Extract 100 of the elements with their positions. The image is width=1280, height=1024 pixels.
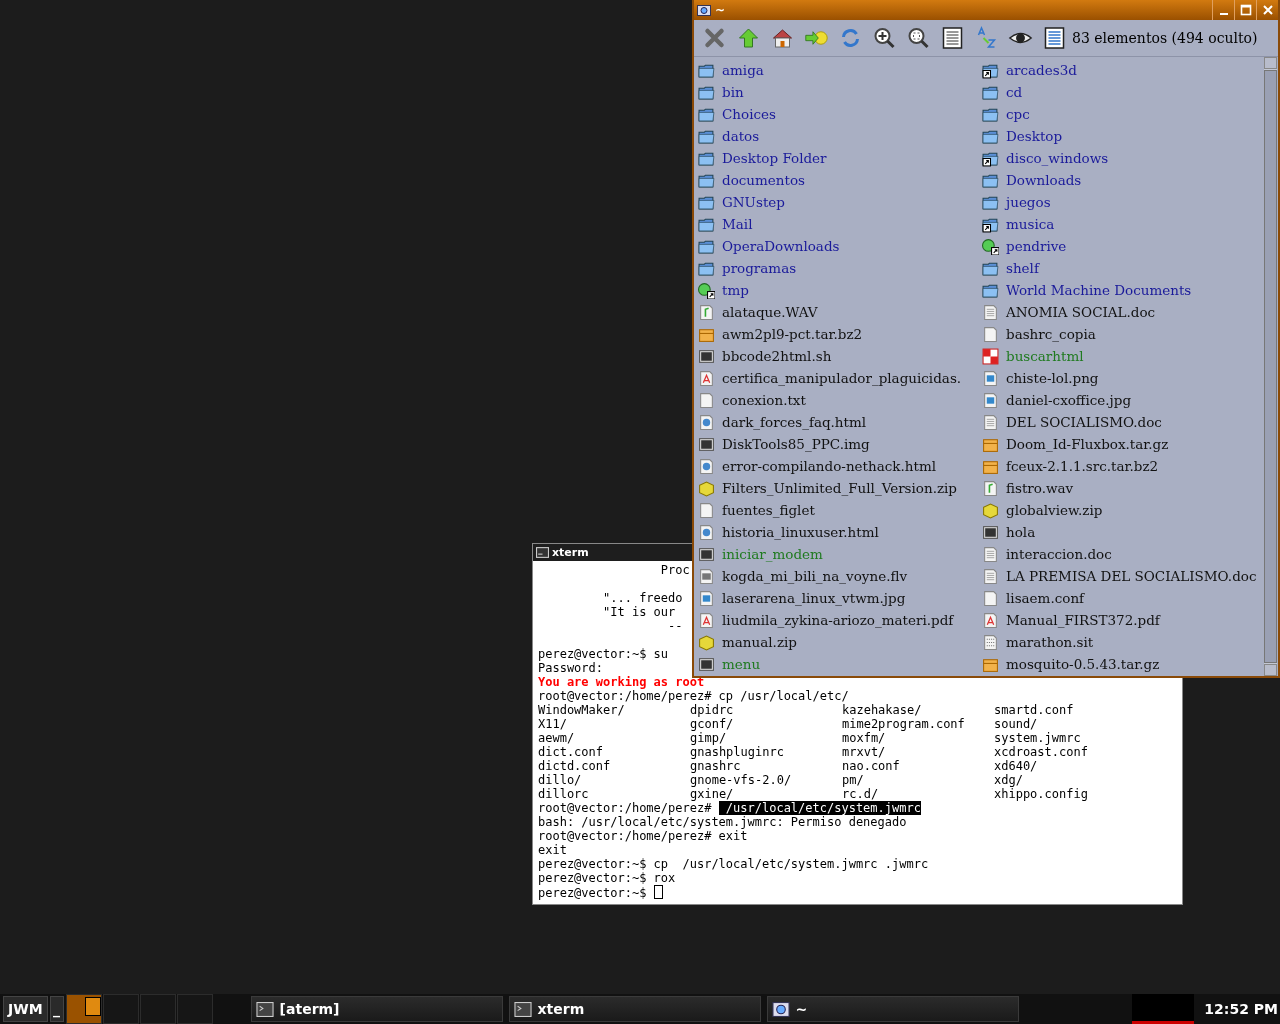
file-item[interactable]: pendrive	[982, 235, 1264, 257]
file-item[interactable]: Downloads	[982, 169, 1264, 191]
desktop-switcher[interactable]	[65, 994, 102, 1024]
file-item[interactable]: globalview.zip	[982, 499, 1264, 521]
terminal-listing-entry: gconf/	[690, 717, 735, 731]
file-item[interactable]: shelf	[982, 257, 1264, 279]
file-item[interactable]: lisaem.conf	[982, 587, 1264, 609]
details-icon[interactable]	[1042, 26, 1067, 50]
file-item[interactable]: alataque.WAV	[698, 301, 982, 323]
file-item[interactable]: daniel-cxoffice.jpg	[982, 389, 1264, 411]
menu-button[interactable]: JWM	[3, 996, 48, 1022]
task-button[interactable]: [aterm]	[250, 996, 503, 1022]
file-item[interactable]: Choices	[698, 103, 982, 125]
file-item[interactable]: documentos	[698, 169, 982, 191]
file-item[interactable]: mosquito-0.5.43.tar.gz	[982, 653, 1264, 675]
file-item[interactable]: DEL SOCIALISMO.doc	[982, 411, 1264, 433]
package-icon	[982, 501, 999, 519]
file-item[interactable]: fuentes_figlet	[698, 499, 982, 521]
file-item[interactable]: dark_forces_faq.html	[698, 411, 982, 433]
file-item[interactable]: ANOMIA SOCIAL.doc	[982, 301, 1264, 323]
file-item[interactable]: Mail	[698, 213, 982, 235]
terminal-icon	[982, 523, 999, 541]
scroll-down-button[interactable]	[1264, 664, 1277, 676]
file-item[interactable]: hola	[982, 521, 1264, 543]
file-item[interactable]: Doom_Id-Fluxbox.tar.gz	[982, 433, 1264, 455]
file-item[interactable]: LA PREMISA DEL SOCIALISMO.doc	[982, 565, 1264, 587]
desktop-switcher[interactable]	[102, 994, 139, 1024]
file-item[interactable]: cd	[982, 81, 1264, 103]
zoom-fit-icon[interactable]	[906, 26, 931, 50]
terminal-listing-entry: nao.conf	[842, 759, 901, 773]
desktop-switcher[interactable]	[139, 994, 176, 1024]
file-item[interactable]: cpc	[982, 103, 1264, 125]
desktop-switcher[interactable]	[176, 994, 213, 1024]
show-desktop-button[interactable]: _	[49, 996, 64, 1022]
document-icon	[698, 501, 715, 519]
file-item[interactable]: arcades3d	[982, 59, 1264, 81]
file-item[interactable]: marathon.sit	[982, 631, 1264, 653]
file-item[interactable]: DiskTools85_PPC.img	[698, 433, 982, 455]
file-item[interactable]: chiste-lol.png	[982, 367, 1264, 389]
zoom-in-icon[interactable]	[872, 26, 897, 50]
file-item[interactable]: bin	[698, 81, 982, 103]
terminal-listing-entry: dillorc	[538, 787, 590, 801]
file-item[interactable]: historia_linuxuser.html	[698, 521, 982, 543]
file-item[interactable]: certifica_manipulador_plaguicidas.	[698, 367, 982, 389]
file-item[interactable]: amiga	[698, 59, 982, 81]
terminal-icon	[536, 547, 549, 558]
terminal-icon	[255, 1001, 274, 1017]
image-file-icon	[982, 369, 999, 387]
file-manager-icon	[697, 4, 711, 16]
terminal-line: Proc	[659, 563, 690, 577]
file-item[interactable]: fistro.wav	[982, 477, 1264, 499]
home-icon[interactable]	[770, 26, 795, 50]
file-item[interactable]: GNUstep	[698, 191, 982, 213]
file-item[interactable]: conexion.txt	[698, 389, 982, 411]
file-item[interactable]: Desktop Folder	[698, 147, 982, 169]
package-icon	[698, 479, 715, 497]
task-button[interactable]: ~	[766, 996, 1019, 1022]
terminal-listing-entry: WindowMaker/	[538, 703, 626, 717]
file-item[interactable]: manual.zip	[698, 631, 982, 653]
file-item[interactable]: OperaDownloads	[698, 235, 982, 257]
scroll-up-button[interactable]	[1264, 57, 1277, 69]
window-title: ~	[715, 3, 727, 17]
selected-text: /usr/local/etc/system.jwmrc	[718, 801, 921, 815]
terminal-listing-entry: system.jwmrc	[994, 731, 1082, 745]
web-file-icon	[698, 523, 715, 541]
terminal-warning: You are working as root	[538, 675, 705, 689]
terminal-line: exit	[538, 843, 567, 857]
file-item[interactable]: kogda_mi_bili_na_voyne.flv	[698, 565, 982, 587]
up-arrow-icon[interactable]	[736, 26, 761, 50]
file-item[interactable]: awm2pl9-pct.tar.bz2	[698, 323, 982, 345]
item-count: 83 elementos (494 oculto)	[1072, 30, 1258, 46]
pdf-file-icon	[698, 611, 715, 629]
file-item[interactable]: datos	[698, 125, 982, 147]
terminal-listing-entry: gnashrc	[690, 759, 742, 773]
file-item[interactable]: liudmila_zykina-ariozo_materi.pdf	[698, 609, 982, 631]
file-item[interactable]: Filters_Unlimited_Full_Version.zip	[698, 477, 982, 499]
file-item[interactable]: interaccion.doc	[982, 543, 1264, 565]
file-item[interactable]: laserarena_linux_vtwm.jpg	[698, 587, 982, 609]
file-item[interactable]: error-compilando-nethack.html	[698, 455, 982, 477]
document-icon	[982, 303, 999, 321]
file-item[interactable]: fceux-2.1.1.src.tar.bz2	[982, 455, 1264, 477]
file-item[interactable]: tmp	[698, 279, 982, 301]
close-icon[interactable]	[702, 26, 727, 50]
file-item[interactable]: disco_windows	[982, 147, 1264, 169]
file-item[interactable]: musica	[982, 213, 1264, 235]
terminal-listing-entry: gnome-vfs-2.0/	[690, 773, 793, 787]
terminal-listing-entry: dict.conf	[538, 745, 605, 759]
file-item[interactable]: Desktop	[982, 125, 1264, 147]
task-button[interactable]: xterm	[508, 996, 761, 1022]
file-item[interactable]: programas	[698, 257, 982, 279]
file-item[interactable]: bashrc_copia	[982, 323, 1264, 345]
terminal-listing-entry: kazehakase/	[842, 703, 923, 717]
file-item[interactable]: juegos	[982, 191, 1264, 213]
file-item[interactable]: Manual_FIRST372.pdf	[982, 609, 1264, 631]
list-view-icon[interactable]	[940, 26, 965, 50]
file-item[interactable]: World Machine Documents	[982, 279, 1264, 301]
document-icon	[982, 413, 999, 431]
terminal-listing-entry: smartd.conf	[994, 703, 1075, 717]
file-item[interactable]: bbcode2html.sh	[698, 345, 982, 367]
terminal-listing-entry: gxine/	[690, 787, 735, 801]
